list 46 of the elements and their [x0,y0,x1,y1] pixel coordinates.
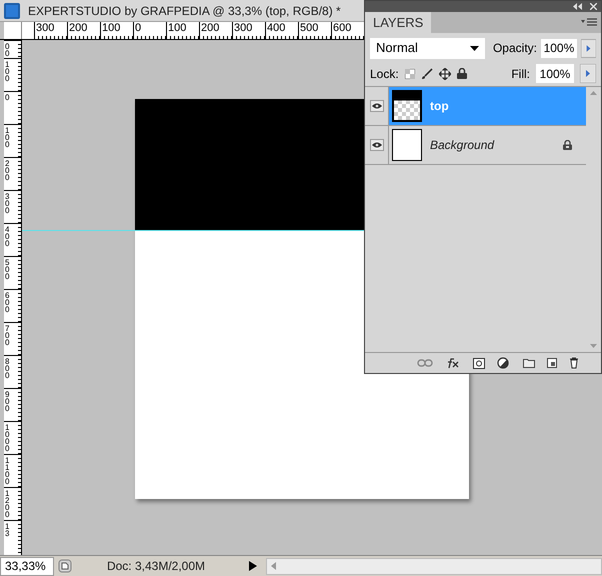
blend-mode-dropdown[interactable]: Normal [370,38,485,58]
ruler-label: 400 [267,22,286,34]
ruler-label: 600 [333,22,352,34]
blend-mode-value: Normal [376,39,418,58]
checkerboard-icon[interactable] [404,68,415,78]
caret-icon [470,46,479,50]
lock-icon[interactable] [456,68,467,79]
fill-label: Fill: [511,66,530,82]
app-icon [4,2,20,18]
layer-row[interactable]: Background [365,126,586,165]
brush-icon[interactable] [420,68,433,80]
fx-icon[interactable] [445,357,461,369]
ruler-label: 300 [234,22,252,34]
window-title: EXPERTSTUDIO by GRAFPEDIA @ 33,3% (top, RGB/8) * [28,2,341,20]
folder-icon[interactable] [523,358,535,368]
ruler-label: 0 [135,22,142,34]
document-icon[interactable] [58,559,72,573]
ruler-label: 200 [69,22,88,34]
opacity-label: Opacity: [492,40,537,57]
layer-thumbnail [392,129,422,161]
half-circle-icon[interactable] [497,357,511,369]
arrow-right-icon[interactable] [248,560,258,572]
ruler-label: 100 [102,22,120,34]
layer-thumbnail [392,90,422,122]
ruler-label: 100 [168,22,186,34]
fill-field[interactable]: 100% [536,64,574,83]
collapse-icon[interactable] [573,3,582,10]
trash-icon[interactable] [569,357,579,369]
ruler-label: 500 [300,22,318,34]
panel-menu-icon[interactable] [581,18,597,27]
eye-icon[interactable] [370,100,384,112]
layer-name: Background [430,137,496,154]
layer-name: top [430,98,450,115]
move-icon[interactable] [438,68,451,80]
ruler-label: 200 [201,22,220,34]
horizontal-scrollbar[interactable] [266,558,602,574]
new-layer-icon[interactable] [547,358,557,368]
mask-icon[interactable] [473,358,485,368]
layers-tab[interactable]: LAYERS [365,12,432,33]
opacity-field[interactable]: 100% [540,38,577,58]
close-icon[interactable] [590,3,597,10]
document-size: Doc: 3,43M/2,00M [106,558,206,575]
eye-icon[interactable] [370,139,384,151]
ruler-label: 300 [36,22,54,34]
lock-label: Lock: [370,66,399,82]
zoom-field[interactable]: 33,33% [0,556,54,576]
